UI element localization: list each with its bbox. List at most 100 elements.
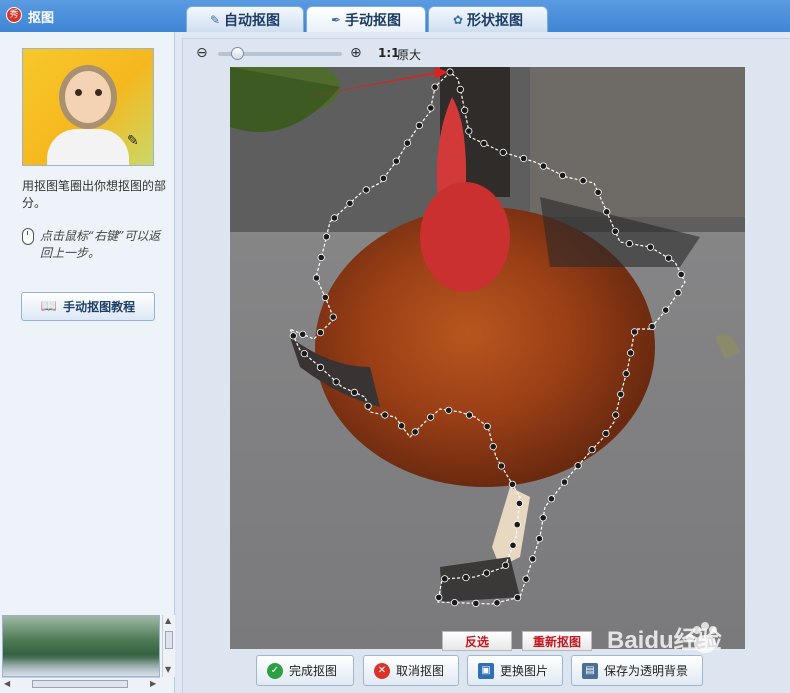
anchor-point[interactable]	[441, 575, 449, 583]
scroll-left-icon[interactable]: ◀	[4, 679, 10, 688]
anchor-point[interactable]	[497, 462, 505, 470]
anchor-point[interactable]	[493, 599, 501, 607]
anchor-point[interactable]	[499, 148, 507, 157]
anchor-point[interactable]	[519, 154, 528, 163]
anchor-point[interactable]	[612, 411, 620, 419]
tab-shape-cutout[interactable]: ✿ 形状抠图	[428, 6, 548, 32]
replace-image-button[interactable]: ▣ 更换图片	[467, 655, 563, 686]
anchor-point[interactable]	[415, 121, 423, 130]
anchor-point[interactable]	[300, 349, 308, 358]
anchor-point[interactable]	[646, 243, 654, 251]
anchor-point[interactable]	[539, 514, 547, 522]
anchor-point[interactable]	[547, 495, 555, 503]
anchor-point[interactable]	[622, 370, 630, 378]
zoom-slider[interactable]	[218, 47, 342, 60]
finish-cutout-button[interactable]: ✓ 完成抠图	[256, 655, 354, 686]
anchor-point[interactable]	[574, 462, 582, 470]
anchor-point[interactable]	[674, 289, 682, 297]
anchor-point[interactable]	[364, 402, 372, 410]
anchor-point[interactable]	[626, 349, 635, 357]
anchor-point[interactable]	[332, 378, 340, 386]
cancel-cutout-button[interactable]: ✕ 取消抠图	[363, 655, 459, 686]
anchor-point[interactable]	[558, 171, 567, 180]
scroll-down-icon[interactable]: ▼	[165, 665, 171, 674]
anchor-point[interactable]	[648, 322, 656, 331]
anchor-point[interactable]	[445, 406, 453, 414]
redo-cutout-button[interactable]: 重新抠图	[522, 631, 592, 651]
scroll-up-icon[interactable]: ▲	[165, 616, 171, 625]
tutorial-button[interactable]: 📖 手动抠图教程	[21, 292, 155, 321]
scroll-right-icon[interactable]: ▶	[150, 679, 156, 688]
anchor-point[interactable]	[321, 293, 329, 301]
anchor-point[interactable]	[322, 233, 331, 241]
anchor-point[interactable]	[489, 442, 497, 451]
anchor-point[interactable]	[611, 227, 619, 235]
vertical-scroll-thumb[interactable]	[165, 631, 173, 649]
anchor-point[interactable]	[398, 422, 406, 430]
anchor-point[interactable]	[594, 188, 602, 196]
anchor-point[interactable]	[535, 535, 543, 543]
anchor-point[interactable]	[403, 139, 411, 147]
anchor-point[interactable]	[515, 499, 523, 507]
anchor-point[interactable]	[664, 254, 673, 262]
anchor-point[interactable]	[630, 328, 639, 336]
anchor-point[interactable]	[513, 593, 522, 602]
anchor-point[interactable]	[317, 253, 325, 262]
anchor-point[interactable]	[480, 139, 488, 148]
actual-size-label[interactable]: 原大	[397, 46, 421, 63]
anchor-point[interactable]	[289, 332, 297, 340]
zoom-in-icon[interactable]: ⊕	[350, 45, 366, 61]
anchor-point[interactable]	[509, 541, 517, 549]
anchor-point[interactable]	[501, 561, 510, 569]
anchor-point[interactable]	[617, 390, 625, 398]
anchor-point[interactable]	[461, 106, 469, 114]
zoom-out-icon[interactable]: ⊖	[196, 45, 212, 61]
anchor-point[interactable]	[431, 83, 439, 91]
anchor-point[interactable]	[411, 428, 419, 436]
anchor-point[interactable]	[435, 593, 443, 602]
anchor-point[interactable]	[379, 174, 388, 182]
anchor-point[interactable]	[508, 480, 516, 488]
anchor-point[interactable]	[312, 274, 321, 282]
tab-auto-cutout[interactable]: ✎ 自动抠图	[186, 6, 304, 32]
anchor-point[interactable]	[677, 270, 685, 278]
anchor-point[interactable]	[529, 555, 537, 563]
anchor-point[interactable]	[462, 573, 470, 582]
anchor-point[interactable]	[539, 162, 547, 170]
anchor-point[interactable]	[625, 240, 633, 248]
tab-manual-cutout[interactable]: ✒ 手动抠图	[306, 6, 426, 32]
anchor-point[interactable]	[483, 569, 491, 577]
anchor-point[interactable]	[316, 363, 325, 371]
anchor-point[interactable]	[513, 520, 521, 529]
anchor-point[interactable]	[316, 328, 325, 337]
horizontal-scroll-thumb[interactable]	[32, 680, 128, 688]
save-transparent-button[interactable]: ▤ 保存为透明背景	[571, 655, 703, 686]
anchor-point[interactable]	[662, 306, 670, 314]
anchor-point[interactable]	[350, 388, 359, 396]
anchor-point[interactable]	[602, 429, 610, 438]
anchor-point[interactable]	[451, 598, 459, 607]
anchor-point[interactable]	[465, 411, 473, 419]
anchor-point[interactable]	[603, 208, 611, 216]
image-canvas[interactable]	[230, 67, 745, 649]
anchor-point[interactable]	[456, 85, 464, 93]
horizontal-scrollbar[interactable]: ◀ ▶	[2, 677, 160, 690]
anchor-point[interactable]	[329, 313, 337, 321]
vertical-scrollbar[interactable]: ▲ ▼	[162, 615, 175, 677]
anchor-point[interactable]	[579, 177, 587, 185]
anchor-point[interactable]	[588, 446, 596, 454]
anchor-point[interactable]	[299, 330, 307, 338]
anchor-point[interactable]	[392, 157, 400, 165]
anchor-point[interactable]	[522, 575, 530, 583]
anchor-point[interactable]	[465, 127, 473, 135]
anchor-point[interactable]	[330, 214, 339, 222]
anchor-point[interactable]	[362, 186, 370, 194]
anchor-point[interactable]	[427, 413, 435, 421]
invert-selection-button[interactable]: 反选	[442, 631, 512, 651]
anchor-point[interactable]	[560, 478, 569, 486]
anchor-point[interactable]	[346, 199, 354, 207]
anchor-point[interactable]	[472, 599, 480, 608]
anchor-point[interactable]	[427, 104, 435, 112]
anchor-point[interactable]	[483, 422, 491, 430]
navigator-thumbnail[interactable]	[2, 615, 160, 677]
